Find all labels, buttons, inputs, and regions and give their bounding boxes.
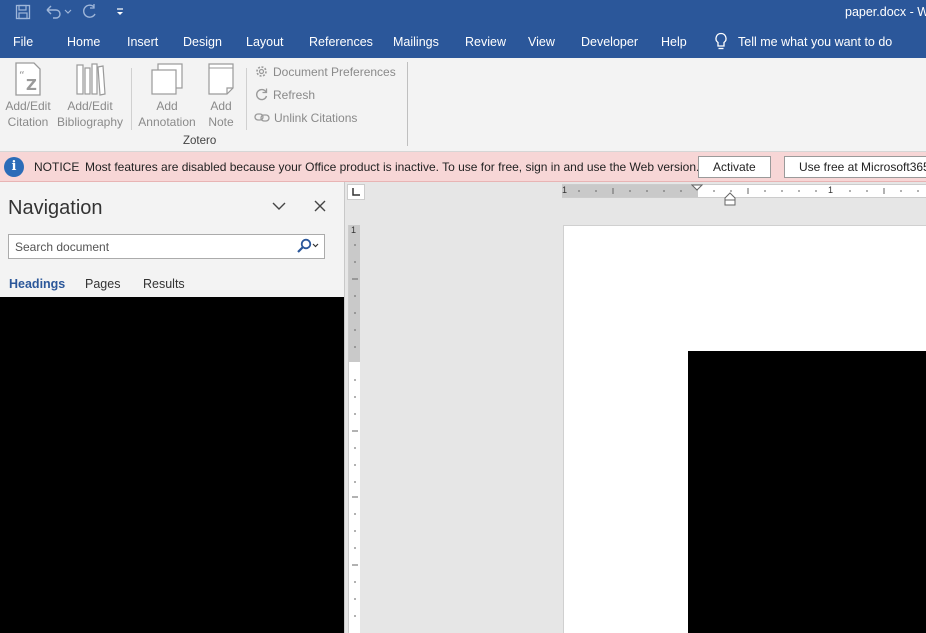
tab-view[interactable]: View	[528, 35, 555, 49]
activate-button[interactable]: Activate	[698, 156, 771, 178]
chevron-down-icon[interactable]	[269, 196, 289, 216]
add-edit-bibliography-button[interactable]: Add/Edit Bibliography	[55, 62, 125, 130]
redo-icon[interactable]	[80, 3, 100, 21]
zotero-group-label: Zotero	[183, 135, 217, 147]
ribbon-divider	[246, 68, 247, 130]
save-icon[interactable]	[13, 3, 33, 21]
customize-icon[interactable]	[110, 3, 130, 21]
add-annotation-label-2: Annotation	[138, 115, 196, 129]
add-annotation-label-1: Add	[156, 99, 178, 113]
title-bar: paper.docx - W	[0, 0, 926, 26]
document-preferences-label: Document Preferences	[273, 64, 396, 79]
note-icon	[208, 63, 234, 95]
navigation-pane: Navigation Headings Pages Results	[0, 182, 344, 633]
add-note-label-2: Note	[208, 115, 234, 129]
document-preferences-button[interactable]: Document Preferences	[254, 64, 396, 79]
vertical-ruler[interactable]: 1	[348, 225, 360, 633]
add-edit-bibliography-label-2: Bibliography	[56, 115, 124, 129]
refresh-icon	[256, 88, 268, 101]
search-box	[8, 234, 325, 259]
notice-tag: NOTICE	[34, 160, 80, 174]
tab-layout[interactable]: Layout	[246, 35, 284, 49]
ribbon-zotero-group: “Z Add/Edit Citation Add/Edit Bibliograp…	[0, 58, 926, 152]
ribbon-tabs: File Home Insert Design Layout Reference…	[0, 26, 926, 58]
info-icon: i	[4, 157, 24, 177]
add-note-label-1: Add	[210, 99, 232, 113]
bibliography-icon	[76, 63, 106, 96]
refresh-button[interactable]: Refresh	[254, 87, 315, 102]
unlink-citations-button[interactable]: Unlink Citations	[254, 110, 357, 125]
undo-icon[interactable]	[42, 3, 74, 21]
add-edit-citation-label-2: Citation	[7, 115, 49, 129]
tell-me-label: Tell me what you want to do	[738, 35, 893, 49]
add-note-button[interactable]: Add Note	[203, 62, 239, 130]
lightbulb-icon	[715, 32, 727, 50]
tab-insert[interactable]: Insert	[127, 35, 158, 49]
search-input[interactable]	[9, 236, 279, 257]
tab-design[interactable]: Design	[183, 35, 222, 49]
search-icon[interactable]	[296, 238, 320, 254]
tab-developer[interactable]: Developer	[581, 35, 638, 49]
ruler-ticks	[352, 244, 358, 617]
tab-file[interactable]: File	[13, 35, 33, 49]
tab-results[interactable]: Results	[143, 277, 185, 291]
refresh-label: Refresh	[273, 87, 316, 102]
tab-review[interactable]: Review	[465, 35, 506, 49]
tab-home[interactable]: Home	[67, 35, 100, 49]
document-page[interactable]	[563, 225, 926, 633]
annotation-icon	[151, 63, 183, 95]
tab-pages[interactable]: Pages	[85, 277, 120, 291]
tab-headings[interactable]: Headings	[9, 277, 65, 291]
svg-text:“: “	[19, 69, 25, 82]
ruler-ticks	[578, 188, 919, 194]
unlink-citations-label: Unlink Citations	[274, 110, 358, 125]
tab-mailings[interactable]: Mailings	[393, 35, 439, 49]
navigation-title: Navigation	[8, 197, 103, 219]
notice-message: Most features are disabled because your …	[85, 160, 700, 174]
citation-icon: “Z	[15, 62, 41, 96]
add-edit-citation-button[interactable]: “Z Add/Edit Citation	[3, 62, 53, 130]
document-content	[688, 351, 926, 633]
horizontal-ruler[interactable]: 1 1	[562, 184, 926, 198]
add-annotation-button[interactable]: Add Annotation	[135, 62, 199, 130]
use-free-button[interactable]: Use free at Microsoft365	[784, 156, 926, 178]
close-icon[interactable]	[310, 196, 330, 216]
headings-list	[0, 297, 344, 633]
ribbon-divider	[131, 68, 132, 130]
gear-icon	[256, 66, 267, 77]
notice-bar: i NOTICE Most features are disabled beca…	[0, 152, 926, 182]
ribbon-group-divider	[407, 62, 408, 146]
add-edit-citation-label-1: Add/Edit	[5, 99, 51, 113]
unlink-icon	[254, 113, 270, 122]
hanging-indent-icon[interactable]	[724, 192, 736, 206]
svg-text:Z: Z	[26, 76, 37, 94]
tab-help[interactable]: Help	[661, 35, 687, 49]
window-title: paper.docx - W	[845, 5, 926, 19]
tab-references[interactable]: References	[309, 35, 373, 49]
pane-splitter[interactable]	[344, 182, 345, 633]
tell-me-box[interactable]: Tell me what you want to do	[714, 32, 892, 52]
tab-selector-icon[interactable]	[347, 184, 365, 200]
add-edit-bibliography-label-1: Add/Edit	[67, 99, 113, 113]
